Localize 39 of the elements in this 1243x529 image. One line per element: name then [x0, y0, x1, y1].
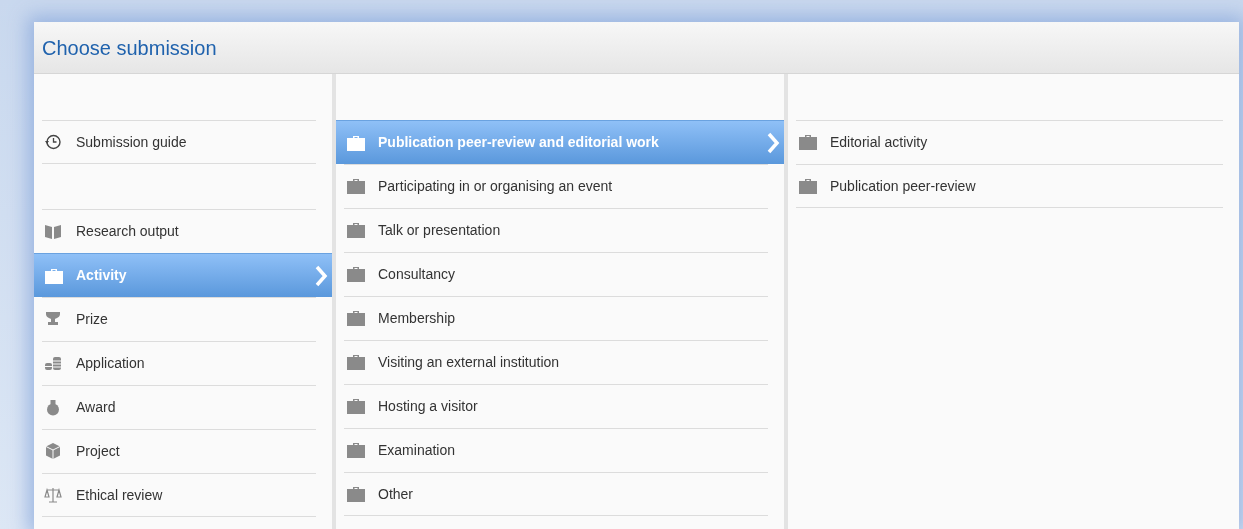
menu-item[interactable]: Membership	[336, 296, 784, 340]
briefcase-icon	[798, 133, 818, 151]
scales-icon	[44, 486, 62, 504]
menu-item[interactable]: Research output	[34, 209, 332, 253]
menu-item[interactable]: Prize	[34, 297, 332, 341]
briefcase-icon	[346, 441, 366, 459]
menu-item[interactable]: Ethical review	[34, 473, 332, 517]
briefcase-icon	[346, 133, 366, 152]
menu-item[interactable]: Publication peer-review	[788, 164, 1239, 208]
history-icon	[44, 133, 62, 151]
menu-item[interactable]: Project	[34, 429, 332, 473]
briefcase-icon	[346, 485, 366, 503]
book-icon	[44, 222, 62, 240]
briefcase-icon	[346, 265, 366, 283]
menu-item[interactable]: Award	[34, 385, 332, 429]
trophy-icon	[44, 310, 62, 328]
menu-item[interactable]: Editorial activity	[788, 120, 1239, 164]
briefcase-icon	[346, 309, 366, 327]
briefcase-icon	[346, 177, 366, 195]
menu-item[interactable]: Other	[336, 472, 784, 516]
window-title: Choose submission	[42, 35, 217, 61]
briefcase-icon	[44, 266, 64, 285]
menu-item[interactable]: Talk or presentation	[336, 208, 784, 252]
briefcase-icon	[798, 177, 818, 195]
briefcase-icon	[346, 353, 366, 371]
menu-item[interactable]: Application	[34, 341, 332, 385]
menu-item[interactable]: Submission guide	[34, 120, 332, 164]
cube-icon	[44, 442, 62, 460]
money-bag-icon	[44, 398, 62, 416]
menu-item[interactable]: Visiting an external institution	[336, 340, 784, 384]
menu-item[interactable]: Examination	[336, 428, 784, 472]
chevron-icon	[314, 265, 328, 287]
chevron-icon	[766, 132, 780, 154]
menu-item[interactable]: Participating in or organising an event	[336, 164, 784, 208]
menu-item[interactable]: Hosting a visitor	[336, 384, 784, 428]
briefcase-icon	[346, 397, 366, 415]
coins-icon	[44, 354, 62, 372]
menu-item[interactable]: Consultancy	[336, 252, 784, 296]
briefcase-icon	[346, 221, 366, 239]
